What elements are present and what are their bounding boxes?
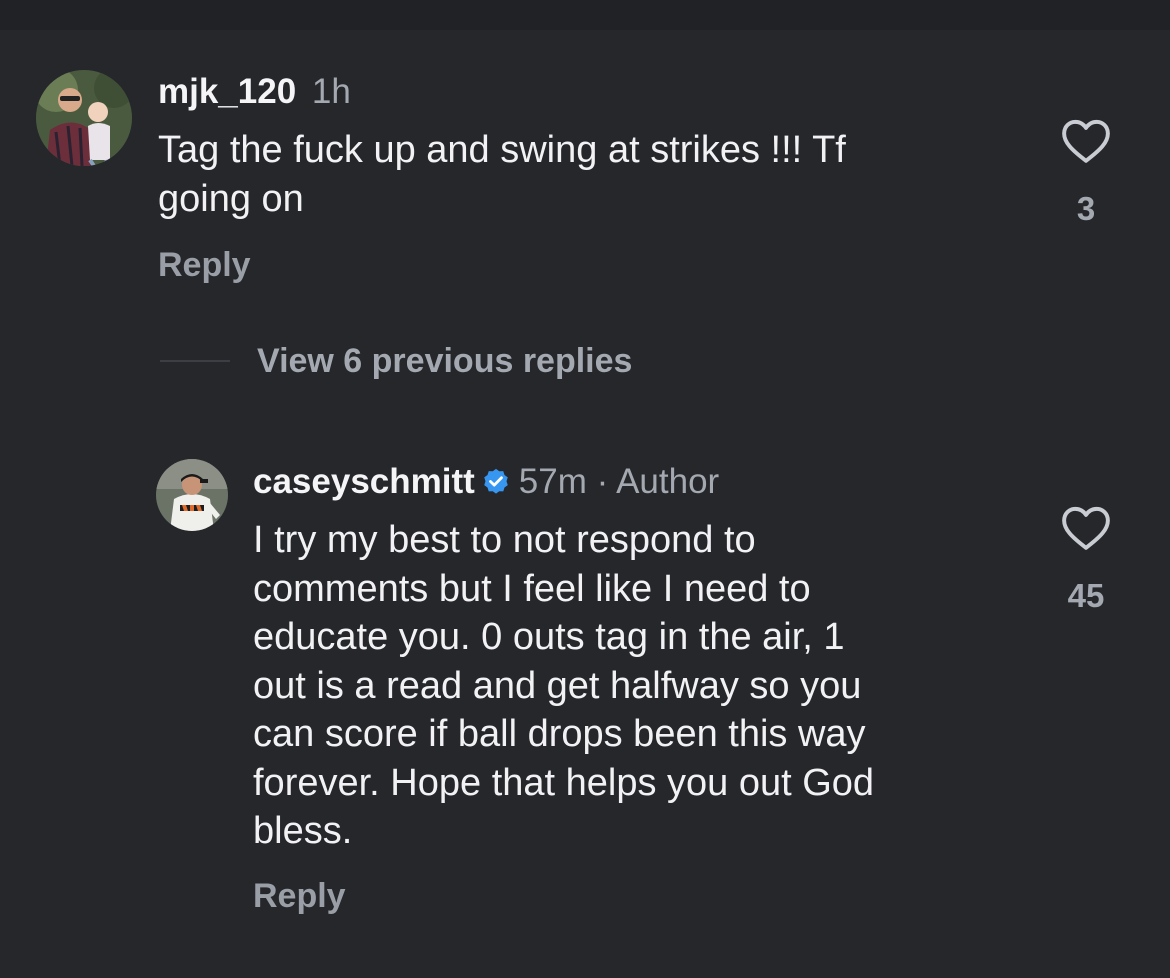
view-previous-replies[interactable]: View 6 previous replies [160, 336, 632, 386]
comment-text-line: out is a read and get halfway so you [253, 664, 862, 707]
heart-outline-icon[interactable] [1061, 118, 1111, 164]
avatar-image [36, 70, 132, 166]
reply-button[interactable]: Reply [158, 246, 251, 285]
reply-button[interactable]: Reply [253, 877, 346, 916]
comment-text-line: comments but I feel like I need to [253, 567, 811, 610]
view-replies-label: View 6 previous replies [257, 341, 633, 380]
heart-outline-icon[interactable] [1061, 505, 1111, 551]
meta-separator: · [596, 462, 609, 501]
divider [160, 360, 230, 362]
avatar[interactable] [156, 459, 228, 531]
comment-text-line: can score if ball drops been this way [253, 713, 866, 755]
comment-text-line: Tag the fuck up and swing at strikes !!!… [158, 129, 846, 171]
timestamp: 1h [311, 72, 351, 111]
like-column: 45 [1046, 505, 1126, 615]
comment-text: Tag the fuck up and swing at strikes !!!… [158, 126, 1018, 223]
comment-header: caseyschmitt 57m · Author [253, 462, 719, 502]
avatar-image [156, 459, 228, 531]
like-count: 3 [1076, 190, 1096, 227]
comment-text-line: educate you. 0 outs tag in the air, 1 [253, 616, 845, 658]
avatar[interactable] [36, 70, 132, 166]
verified-badge-icon [484, 468, 508, 494]
username[interactable]: mjk_120 [158, 72, 296, 111]
comment-text-line: I try my best to not respond to [253, 519, 756, 561]
username[interactable]: caseyschmitt [253, 462, 475, 501]
like-count: 45 [1067, 577, 1105, 614]
comment-text-line: forever. Hope that helps you out God [253, 761, 875, 804]
top-band [0, 0, 1170, 30]
comment-text-line: bless. [253, 810, 353, 852]
comment-text-line: going on [158, 177, 304, 220]
comment-text: I try my best to not respond to comments… [253, 516, 1013, 856]
like-column: 3 [1046, 118, 1126, 228]
timestamp: 57m [518, 462, 587, 501]
comment-header: mjk_120 1h [158, 72, 351, 112]
author-label: Author [616, 462, 720, 501]
